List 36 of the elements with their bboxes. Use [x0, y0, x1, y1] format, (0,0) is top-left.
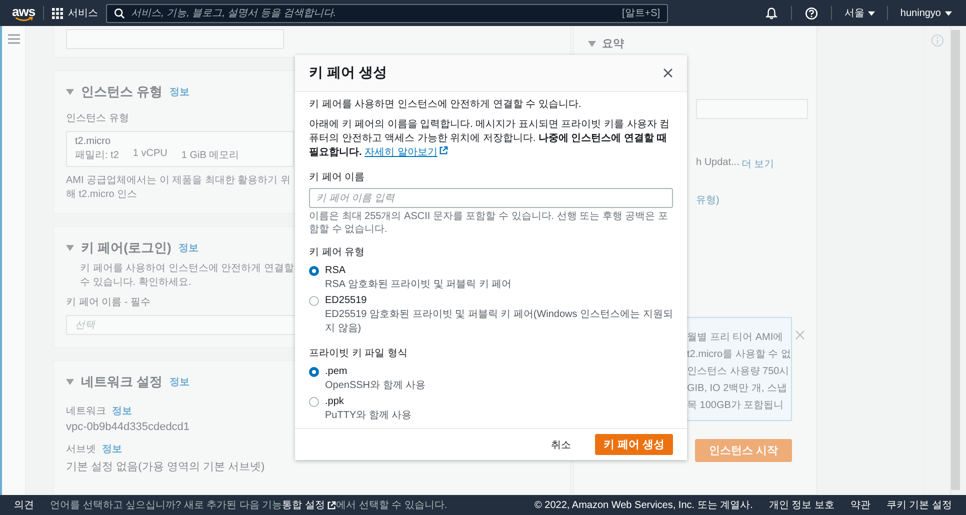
hint-text: 이름은 최대 255개의 ASCII 문자를 포함할 수 있습니다. 선행 또는 후행 공백은 포함할 수 없습니다. [309, 210, 669, 236]
field-label: 키 페어 이름 - 필수 [66, 296, 150, 309]
alert-text: 월별 프리 티어 AMI에 [687, 331, 784, 344]
option-description: RSA 암호화된 프라이빗 및 퍼블릭 키 페어 [325, 278, 512, 291]
field-label: 프라이빗 키 파일 형식 [309, 347, 408, 360]
section-title: 네트워크 설정 [81, 373, 163, 391]
image-name-text: h Updat... [696, 157, 740, 170]
field-value: 기본 설정 없음(가용 영역의 기본 서브넷) [66, 460, 265, 474]
alert-text: 목 100GB가 포함됩니 [687, 399, 784, 412]
section-title: 인스턴스 유형 [81, 83, 163, 101]
option-description: ED25519 암호화된 프라이빗 및 퍼블릭 키 페어(Windows 인스턴스에는 지원되지 않음) [325, 308, 673, 335]
option-description: OpenSSH와 함께 사용 [325, 379, 426, 392]
field-label: 인스턴스 유형 [66, 112, 129, 125]
shortcut-hint: [알트+S] [622, 7, 660, 20]
field-label: 키 페어 이름 [309, 171, 366, 184]
option-label: RSA [325, 265, 347, 276]
section-title: 요약 [602, 37, 624, 51]
option-label: ED25519 [325, 295, 368, 306]
field-label: 서브넷 [66, 443, 96, 456]
option-description: PuTTY와 함께 사용 [325, 409, 412, 422]
field-label: 키 페어 유형 [309, 246, 366, 259]
description-text: 아래에 키 페어의 이름을 입력합니다. 메시지가 표시되면 프라이빗 키를 사용자 컴퓨터의 안전하고 액세스 가능한 위치에 저장합니다. 나중에 인스턴스에 연결할 때 필요합니다. 자세히 알아보기 [309, 118, 671, 160]
intro-text: 키 페어를 사용하면 인스턴스에 안전하게 연결할 수 있습니다. [309, 98, 582, 112]
option-label: .ppk [325, 396, 345, 407]
alert-text: GIB, IO 2백만 개, 스냅 [687, 382, 788, 395]
option-label: .pem [325, 366, 348, 377]
section-description: 키 페어를 사용하여 인스턴스에 안전하게 연결할 수 있습니다. 확인하세요. [80, 262, 295, 289]
hint-text: AMI 공급업체에서는 이 제품을 최대한 활용하기 위해 t2.micro 인스 [66, 174, 291, 201]
section-title: 키 페어(로그인) [81, 239, 172, 257]
language-notice: 언어를 선택하고 싶으십니까? 새로 추가된 다음 기능통합 설정 에서 선택할 수 있습니다. [50, 498, 448, 512]
copyright-text: © 2022, Amazon Web Services, Inc. 또는 계열사. [534, 499, 753, 512]
field-label: 네트워크 [66, 405, 106, 418]
alert-text: t2.micro를 사용할 수 없 [687, 348, 791, 361]
dialog-title: 키 페어 생성 [309, 64, 387, 82]
field-value: vpc-0b9b44d335cdedcd1 [66, 421, 190, 433]
alert-text: 인스턴스 사용량 750시 [687, 365, 790, 378]
